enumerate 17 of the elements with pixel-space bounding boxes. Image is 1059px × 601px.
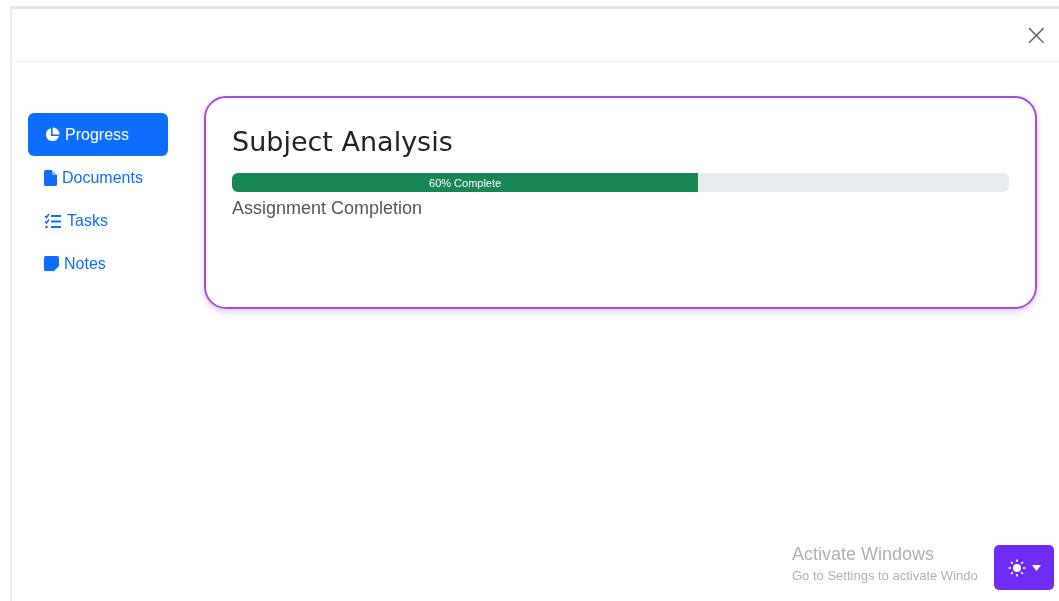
file-icon bbox=[44, 169, 57, 186]
sidebar-item[interactable]: Documents bbox=[28, 156, 168, 199]
progress-fill: 60% Complete bbox=[232, 173, 699, 192]
theme-toggle-button[interactable] bbox=[994, 545, 1054, 590]
note-icon bbox=[44, 256, 59, 271]
sidebar-item[interactable]: Tasks bbox=[28, 199, 168, 242]
sun-icon bbox=[1007, 558, 1026, 577]
close-button[interactable]: × bbox=[1019, 20, 1053, 50]
activation-text: Go to Settings to activate Windo bbox=[792, 568, 978, 583]
card-title: Subject Analysis bbox=[232, 126, 454, 157]
sidebar-item[interactable]: Notes bbox=[28, 242, 168, 285]
activation-title: Activate Windows bbox=[792, 544, 936, 565]
sidebar-item[interactable]: Progress bbox=[28, 113, 168, 156]
caret-icon bbox=[1031, 564, 1041, 571]
progress-caption: Assignment Completion bbox=[232, 198, 424, 219]
checklist-icon bbox=[44, 212, 62, 229]
pie-chart-icon bbox=[44, 126, 60, 143]
